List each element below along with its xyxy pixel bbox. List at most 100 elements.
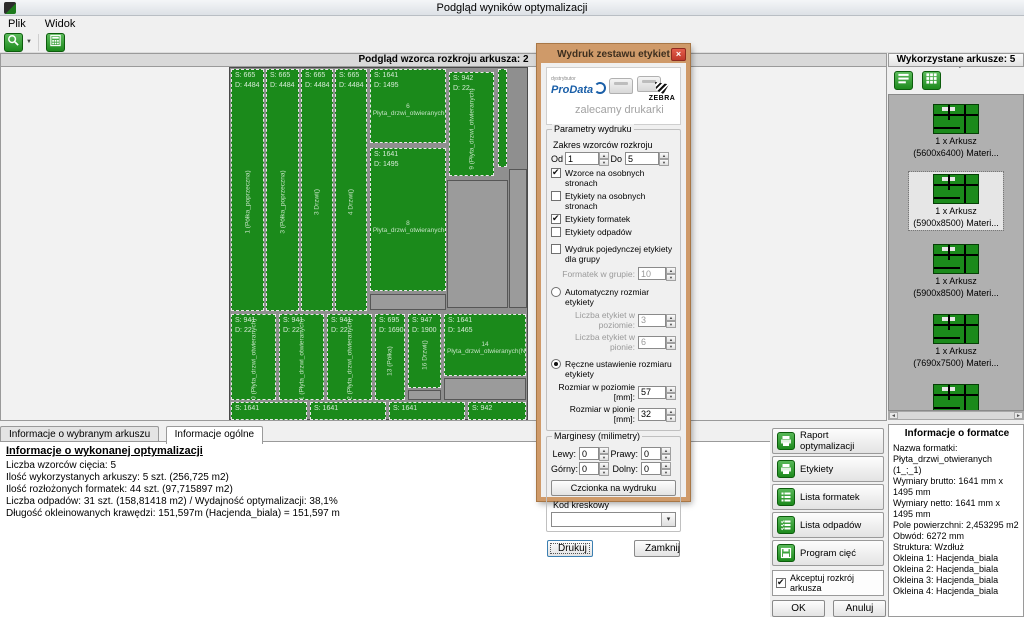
cut-panel[interactable]: S: 665D: 44844 Drzwi() <box>335 69 367 311</box>
dialog-title-bar[interactable]: Wydruk zestawu etykiet <box>540 47 687 63</box>
ok-button[interactable]: OK <box>772 600 825 617</box>
waste-list-button[interactable]: Lista odpadów <box>772 512 884 538</box>
waste-area[interactable] <box>444 378 526 400</box>
spinner-arrows[interactable] <box>599 462 609 475</box>
cut-panel[interactable]: S: 942 <box>468 402 526 420</box>
auto-size-row[interactable]: Automatyczny rozmiar etykiety <box>551 287 676 307</box>
close-icon[interactable] <box>671 48 686 61</box>
single-label-row[interactable]: Wydruk pojedynczej etykiety dla grupy <box>551 244 676 264</box>
size-v-input[interactable] <box>638 408 666 421</box>
sheet-list-item[interactable]: 1 x Arkusz (7690x7500) Materi... <box>889 305 1023 375</box>
waste-area[interactable] <box>447 180 508 308</box>
accept-checkbox[interactable] <box>776 578 786 588</box>
menu-widok[interactable]: Widok <box>37 17 84 32</box>
calculator-button[interactable] <box>46 33 65 52</box>
labels-waste-row[interactable]: Etykiety odpadów <box>551 227 676 237</box>
cut-panel[interactable]: S: 665D: 44843 (Półka_poprzeczna) <box>266 69 299 311</box>
spinner-arrows[interactable] <box>666 408 676 421</box>
list-view-button[interactable] <box>894 71 913 90</box>
sheet-list-item[interactable]: 1 x Arkusz (6900x8900) Materia... <box>889 375 1023 411</box>
cut-panel[interactable] <box>498 69 507 167</box>
right-margin-input[interactable] <box>641 447 661 460</box>
accept-layout-row[interactable]: Akceptuj rozkrój arkusza <box>772 570 884 596</box>
report-button[interactable]: Raport optymalizacji <box>772 428 884 454</box>
scroll-left-arrow-icon[interactable] <box>889 412 898 419</box>
bottom-margin-input[interactable] <box>641 462 661 475</box>
cut-panel[interactable]: S: 942D: 22..9 (Płyta_drzwi_otwieranych) <box>449 72 494 176</box>
zebra-head-icon <box>655 82 669 94</box>
cut-panel[interactable]: S: 941D: 22..12 (Płyta_drzwi_otwieranych… <box>327 314 372 400</box>
grid-view-button[interactable] <box>922 71 941 90</box>
horizontal-scrollbar[interactable] <box>888 411 1024 420</box>
menu-plik[interactable]: Plik <box>0 17 34 32</box>
cut-panel[interactable]: S: 947D: 190016 Drzwi() <box>408 314 441 388</box>
v-count-input[interactable] <box>638 336 666 349</box>
spinner-arrows[interactable] <box>599 447 609 460</box>
patterns-pages-row[interactable]: Wzorce na osobnych stronach <box>551 168 676 188</box>
cut-panel[interactable]: S: 1641D: 14956 Płyta_drzwi_otwieranych(… <box>370 69 446 143</box>
labels-button-label: Etykiety <box>800 464 833 475</box>
scroll-right-arrow-icon[interactable] <box>1014 412 1023 419</box>
spinner-arrows[interactable] <box>666 314 676 327</box>
sheet-list-item[interactable]: 1 x Arkusz (5900x8500) Materi... <box>889 235 1023 305</box>
left-margin-input[interactable] <box>579 447 599 460</box>
chevron-down-icon[interactable] <box>661 513 675 526</box>
labels-pages-checkbox[interactable] <box>551 191 561 201</box>
cut-panel[interactable]: S: 1641 <box>231 402 307 420</box>
h-count-input[interactable] <box>638 314 666 327</box>
spinner-arrows[interactable] <box>666 336 676 349</box>
auto-size-radio[interactable] <box>551 287 561 297</box>
labels-pages-row[interactable]: Etykiety na osobnych stronach <box>551 191 676 211</box>
zoom-dropdown-arrow[interactable] <box>26 39 34 47</box>
labels-parts-checkbox[interactable] <box>551 214 561 224</box>
range-to-input[interactable] <box>625 152 659 165</box>
sheet-list[interactable]: 1 x Arkusz (5600x6400) Materi... 1 x Ark… <box>888 94 1024 411</box>
patterns-pages-checkbox[interactable] <box>551 168 561 178</box>
cut-panel[interactable]: S: 665D: 44841 (Półka_poprzeczna) <box>231 69 264 311</box>
group-count-input[interactable] <box>638 267 666 280</box>
sheet-item-size: (5600x6400) Materi... <box>913 148 999 158</box>
spinner-arrows[interactable] <box>659 152 669 165</box>
barcode-combobox[interactable] <box>551 512 676 527</box>
manual-size-row[interactable]: Ręczne ustawienie rozmiaru etykiety <box>551 359 676 379</box>
size-h-input[interactable] <box>638 386 666 399</box>
parts-list-button[interactable]: Lista formatek <box>772 484 884 510</box>
font-button[interactable]: Czcionka na wydruku <box>551 480 676 496</box>
spinner-arrows[interactable] <box>661 447 671 460</box>
cut-program-button[interactable]: Program cięć <box>772 540 884 566</box>
labels-parts-row[interactable]: Etykiety formatek <box>551 214 676 224</box>
cut-panel[interactable]: S: 695D: 169013 (Półka) <box>375 314 405 400</box>
spinner-arrows[interactable] <box>666 267 676 280</box>
print-button[interactable]: Drukuj <box>547 540 593 557</box>
manual-size-radio[interactable] <box>551 359 561 369</box>
zoom-button[interactable] <box>4 33 23 52</box>
cut-panel[interactable]: S: 941D: 22..11 (Płyta_drzwi_otwieranych… <box>279 314 324 400</box>
cut-panel[interactable]: S: 1641D: 146514 Płyta_drzwi_otwieranych… <box>444 314 526 376</box>
range-from-input[interactable] <box>565 152 599 165</box>
cut-panel[interactable]: S: 941D: 22..10 (Płyta_drzwi_otwieranych… <box>231 314 276 400</box>
labels-button[interactable]: Etykiety <box>772 456 884 482</box>
pattern-canvas[interactable]: S: 665D: 44841 (Półka_poprzeczna)S: 665D… <box>0 66 887 421</box>
cut-panel[interactable]: S: 665D: 44843 Drzwi() <box>301 69 333 311</box>
left-margin-label: Lewy: <box>551 449 579 459</box>
waste-area[interactable] <box>408 390 441 400</box>
cut-panel[interactable]: S: 1641 <box>389 402 465 420</box>
waste-area[interactable] <box>370 294 446 310</box>
print-params-group: Parametry wydruku Zakres wzorców rozkroj… <box>546 129 681 431</box>
sheet-list-item-selected[interactable]: 1 x Arkusz (5900x8500) Materi... <box>889 165 1023 235</box>
dialog-close-button[interactable]: Zamknij <box>634 540 680 557</box>
top-margin-input[interactable] <box>579 462 599 475</box>
spinner-arrows[interactable] <box>666 386 676 399</box>
cut-panel[interactable]: S: 1641D: 14958 Płyta_drzwi_otwieranych(… <box>370 148 446 291</box>
waste-area[interactable] <box>509 169 527 308</box>
labels-waste-checkbox[interactable] <box>551 227 561 237</box>
cut-panel[interactable]: S: 1641 <box>310 402 386 420</box>
spinner-arrows[interactable] <box>661 462 671 475</box>
single-label-checkbox[interactable] <box>551 244 561 254</box>
spinner-arrows[interactable] <box>599 152 609 165</box>
format-info-line: Okleina 4: Hacjenda_biala <box>893 586 1021 597</box>
sheet-list-item[interactable]: 1 x Arkusz (5600x6400) Materi... <box>889 95 1023 165</box>
zebra-logo: ZEBRA <box>647 82 677 102</box>
tab-general-info[interactable]: Informacje ogólne <box>166 426 264 444</box>
cancel-button[interactable]: Anuluj <box>833 600 886 617</box>
